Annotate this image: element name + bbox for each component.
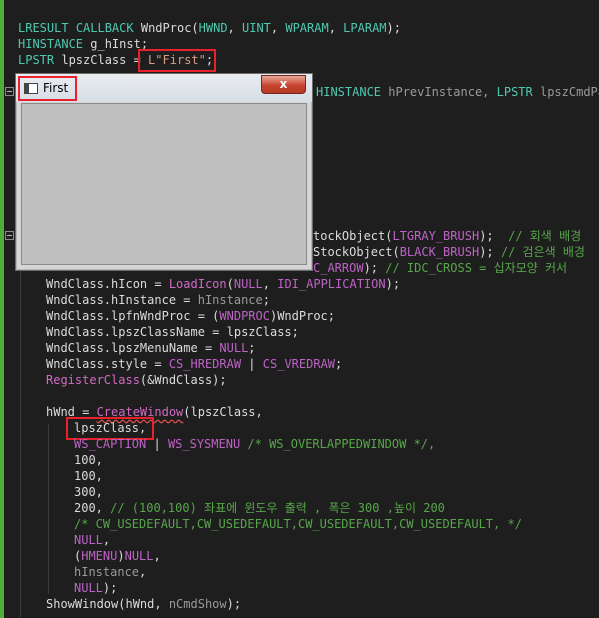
code-line-width: 300, <box>74 485 103 499</box>
code-line-instance: hInstance, <box>74 565 147 579</box>
code-line-param: NULL); <box>74 581 118 595</box>
code-line-2: HINSTANCE g_hInst; <box>18 37 149 51</box>
code-line-parent: NULL, <box>74 533 111 547</box>
code-line-y: 100, <box>74 469 103 483</box>
change-marker-bar <box>0 0 4 618</box>
fold-toggle-block[interactable] <box>5 231 14 240</box>
code-line-hcursor: C_ARROW); // IDC_CROSS = 십자모양 커서 <box>313 261 568 275</box>
code-line-x: 100, <box>74 453 103 467</box>
window-client-area[interactable] <box>21 103 307 265</box>
code-line-showwindow: ShowWindow(hWnd, nCmdShow); <box>46 597 242 611</box>
code-line-style: WndClass.style = CS_HREDRAW | CS_VREDRAW… <box>46 357 343 371</box>
code-line-hicon: WndClass.hIcon = LoadIcon(NULL, IDI_APPL… <box>46 277 401 291</box>
code-line-hinstance: WndClass.hInstance = hInstance; <box>46 293 270 307</box>
code-line-1: LRESULT CALLBACK WndProc(HWND, UINT, WPA… <box>18 21 401 35</box>
indent-guide-inner <box>48 424 49 594</box>
code-line-height: 200, // (100,100) 좌표에 윈도우 출력 , 폭은 300 ,높… <box>74 501 445 515</box>
code-line-menu: (HMENU)NULL, <box>74 549 161 563</box>
code-line-lpfnwndproc: WndClass.lpfnWndProc = (WNDPROC)WndProc; <box>46 309 335 323</box>
code-line-registerclass: RegisterClass(&WndClass); <box>46 373 227 387</box>
code-line-default-comment: /* CW_USEDEFAULT,CW_USEDEFAULT,CW_USEDEF… <box>74 517 522 531</box>
code-line-lpszmenuname: WndClass.lpszMenuName = NULL; <box>46 341 256 355</box>
fold-toggle-winmain[interactable] <box>5 87 14 96</box>
app-window-first[interactable]: First x <box>15 73 313 271</box>
code-line-styles: WS_CAPTION | WS_SYSMENU /* WS_OVERLAPPED… <box>74 437 436 451</box>
code-line-lpszclassname: WndClass.lpszClassName = lpszClass; <box>46 325 299 339</box>
code-line-hbrbackground: tockObject(LTGRAY_BRUSH); // 회색 배경 <box>313 229 582 243</box>
code-line-black-brush: StockObject(BLACK_BRUSH); // 검은색 배경 <box>313 245 585 259</box>
close-button[interactable]: x <box>261 75 306 94</box>
highlight-box-class-string <box>138 49 216 72</box>
highlight-box-window-title <box>18 76 77 101</box>
code-line-winmain-params: HINSTANCE hPrevInstance, LPSTR lpszCmdPa… <box>316 85 599 99</box>
